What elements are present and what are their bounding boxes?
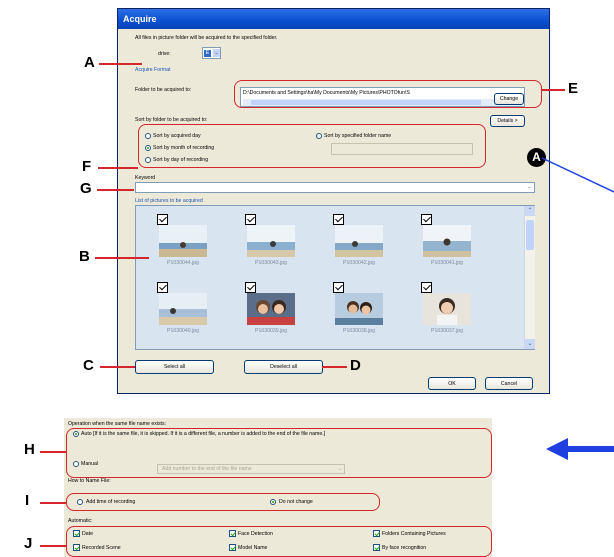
picture-checkbox[interactable] [245, 282, 256, 293]
folder-highlight [234, 80, 542, 108]
intro-text: All files in picture folder will be acqu… [135, 35, 278, 41]
callout-j: J [24, 535, 33, 552]
picture-checkbox[interactable] [421, 214, 432, 225]
pictures-scroll-thumb[interactable] [526, 220, 534, 250]
folder-label: Folder to be acquired to: [135, 87, 192, 93]
callout-e: E [568, 80, 579, 97]
callout-b: B [79, 248, 90, 265]
name-file-label: How to Name File: [68, 478, 111, 484]
callout-i: I [25, 492, 30, 509]
chevron-up-icon[interactable]: ⌃ [525, 206, 535, 216]
callout-g: G [80, 180, 92, 197]
picture-filename: P1030040.jpg [166, 328, 200, 334]
picture-filename: P1030038.jpg [342, 328, 376, 334]
picture-checkbox[interactable] [157, 214, 168, 225]
picture-filename: P1030041.jpg [430, 260, 464, 266]
pictures-scrollbar[interactable]: ⌃ ⌄ [524, 206, 535, 349]
callout-c: C [83, 357, 94, 374]
drive-label: drive: [158, 51, 171, 57]
picture-checkbox[interactable] [333, 214, 344, 225]
picture-checkbox[interactable] [421, 282, 432, 293]
automatic-highlight [66, 526, 492, 557]
picture-filename: P1030043.jpg [254, 260, 288, 266]
callout-line [97, 189, 134, 191]
callout-line [98, 167, 138, 169]
callout-line [541, 89, 565, 91]
operation-label: Operation when the same file name exists… [68, 421, 167, 427]
cancel-button[interactable]: Cancel [485, 377, 533, 390]
callout-line [322, 366, 347, 368]
picture-thumbnail[interactable] [247, 293, 295, 325]
details-button[interactable]: Details > [490, 115, 525, 127]
chevron-down-icon: ⌄ [527, 184, 532, 190]
picture-checkbox[interactable] [157, 282, 168, 293]
picture-thumbnail[interactable] [423, 225, 471, 257]
callout-line [95, 257, 149, 259]
blue-pointer-line [541, 157, 614, 193]
callout-line [40, 545, 66, 547]
callout-line [40, 451, 66, 453]
callout-f: F [82, 158, 92, 175]
picture-filename: P1030044.jpg [166, 260, 200, 266]
acquire-format-label: Acquire Format [135, 67, 171, 73]
picture-filename: P1030037.jpg [430, 328, 464, 334]
picture-thumbnail[interactable] [247, 225, 295, 257]
keyword-input[interactable]: ⌄ [135, 182, 535, 193]
callout-line [100, 366, 135, 368]
callout-line [40, 502, 66, 504]
picture-filename: P1030042.jpg [342, 260, 376, 266]
automatic-label: Automatic: [68, 518, 93, 524]
select-all-button[interactable]: Select all [135, 360, 214, 374]
callout-d: D [350, 357, 361, 374]
keyword-label: Keyword [135, 175, 156, 181]
callout-a: A [84, 54, 95, 71]
picture-thumbnail[interactable] [159, 293, 207, 325]
chevron-down-icon[interactable]: ⌄ [525, 339, 535, 349]
ok-button[interactable]: OK [428, 377, 476, 390]
picture-thumbnail[interactable] [335, 225, 383, 257]
callout-h: H [24, 441, 35, 458]
picture-thumbnail[interactable] [159, 225, 207, 257]
list-label: List of pictures to be acquired [135, 198, 203, 204]
acquire-dialog: Acquire All files in picture folder will… [117, 8, 550, 394]
callout-line [99, 63, 142, 65]
picture-checkbox[interactable] [333, 282, 344, 293]
pictures-list[interactable]: P1030044.jpg P1030043.jpg P1030042.jpg P… [135, 205, 535, 350]
drive-value: E [204, 50, 211, 57]
picture-filename: P1030039.jpg [254, 328, 288, 334]
sort-highlight [138, 124, 486, 168]
arrow-left-icon [546, 438, 614, 460]
operation-highlight [66, 428, 492, 478]
picture-checkbox[interactable] [245, 214, 256, 225]
picture-thumbnail[interactable] [423, 293, 471, 325]
chevron-down-icon: ⌄ [213, 49, 220, 57]
picture-thumbnail[interactable] [335, 293, 383, 325]
dialog-title: Acquire [118, 9, 549, 29]
sort-label: Sort by folder to be acquired to: [135, 117, 208, 123]
deselect-all-button[interactable]: Deselect all [244, 360, 323, 374]
name-file-highlight [66, 493, 380, 511]
drive-select[interactable]: E ⌄ [202, 47, 221, 59]
